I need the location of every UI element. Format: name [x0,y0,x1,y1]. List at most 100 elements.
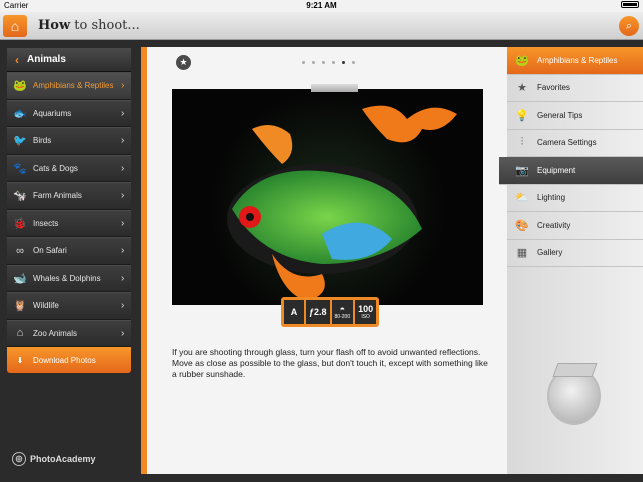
sidebar-item[interactable]: 🦉 Wildlife › [7,292,131,320]
page-dot[interactable] [322,61,325,64]
sidebar-item-label: Cats & Dogs [33,163,78,173]
cow-icon: 🐄 [13,190,27,203]
sidebar-item[interactable]: ⌂ Zoo Animals › [7,319,131,347]
whale-icon: 🐋 [13,272,27,285]
status-bar: Carrier 9:21 AM [0,0,643,12]
topic-item-label: Creativity [537,220,571,230]
battery-icon [621,1,639,8]
topic-item[interactable]: ▦ Gallery [507,240,643,267]
sidebar-item[interactable]: 🐄 Farm Animals › [7,182,131,210]
topic-item-label: Gallery [537,248,563,258]
topic-item[interactable]: 📷 Equipment [499,157,643,185]
search-button[interactable]: ⌕ [619,16,639,36]
sliders-icon: ⫶ [520,136,524,149]
photoacademy-logo-icon: ◎ [12,452,26,466]
chevron-right-icon: › [121,190,125,202]
topic-item-label: Lighting [537,193,566,203]
exposure-mode: A [284,300,304,324]
sidebar-header[interactable]: ‹ Animals [7,48,131,72]
sidebar-item[interactable]: 🐞 Insects › [7,209,131,237]
aperture-value: ƒ2.8 [306,300,330,324]
chevron-right-icon: › [121,272,125,284]
tip-card: ★ A ƒ2.8 ◓ 80-200 100 ISO If you are shoot… [141,47,507,474]
home-icon: ⌂ [10,18,20,34]
download-photos-button[interactable]: ⬇ Download Photos [7,347,131,373]
back-chevron-icon[interactable]: ‹ [7,53,27,67]
topic-item-label: Amphibians & Reptiles [537,55,618,65]
bird-icon: 🐦 [13,135,27,148]
topic-item[interactable]: 💡 General Tips [507,102,643,130]
page-dot[interactable] [312,61,315,64]
search-icon: ⌕ [625,19,633,32]
sidebar-title: Animals [27,54,66,65]
sidebar-item[interactable]: 🐦 Birds › [7,127,131,155]
bug-icon: 🐞 [13,217,27,230]
page-dot[interactable] [352,61,355,64]
battery-indicator [621,1,639,8]
owl-icon: 🦉 [13,300,27,313]
topic-item[interactable]: ⛅ Lighting [507,185,643,212]
sidebar-item[interactable]: 🐸 Amphibians & Reptiles › [7,72,131,100]
frog-icon: 🐸 [13,80,27,93]
sidebar-item-label: Birds [33,136,52,146]
fish-icon: 🐟 [13,107,27,120]
tip-text: If you are shooting through glass, turn … [172,347,488,379]
binoculars-icon: ∞ [16,244,24,257]
chevron-right-icon: › [121,162,125,174]
download-label: Download Photos [33,355,96,365]
frog-icon: 🐸 [515,54,529,67]
lightbulb-icon: 💡 [515,109,529,122]
sidebar-item-label: Aquariums [33,108,72,118]
page-dot[interactable] [332,61,335,64]
camera-tripod-icon: 📷 [515,164,529,177]
topic-item-label: Camera Settings [537,138,597,148]
sidebar-item[interactable]: ∞ On Safari › [7,237,131,265]
photo-clip [311,84,358,92]
clock: 9:21 AM [306,1,337,10]
exposure-settings: A ƒ2.8 ◓ 80-200 100 ISO [281,297,380,327]
tip-photo [172,89,483,305]
chevron-right-icon: › [121,217,125,229]
app-title-rest: to shoot... [70,18,140,33]
palette-icon: 🎨 [515,219,529,232]
zoo-icon: ⌂ [16,327,24,340]
topic-item[interactable]: ★ Favorites [507,75,643,102]
page-dot[interactable] [302,61,305,64]
download-icon: ⬇ [16,355,24,365]
sidebar-item-label: Whales & Dolphins [33,273,101,283]
app-title-bold: How [38,18,71,33]
home-button[interactable]: ⌂ [3,15,27,37]
sidebar-item-label: Amphibians & Reptiles [33,81,114,91]
category-sidebar: ‹ Animals 🐸 Amphibians & Reptiles › 🐟 Aquari… [7,48,131,373]
graduate-camera-icon [547,363,601,425]
page-dot[interactable] [342,61,345,64]
iso-value: 100 ISO [355,300,377,324]
topic-item[interactable]: 🐸 Amphibians & Reptiles [507,47,643,75]
sidebar-item[interactable]: 🐾 Cats & Dogs › [7,154,131,182]
iso-range: ◓ 80-200 [331,300,354,324]
favorite-star-button[interactable]: ★ [176,55,191,70]
sidebar-item-label: Insects [33,218,59,228]
chevron-right-icon: › [121,80,125,92]
sidebar-item-label: Wildlife [33,301,59,311]
brand-name: PhotoAcademy [30,454,96,464]
sidebar-item[interactable]: 🐟 Aquariums › [7,99,131,127]
sidebar-item-label: Farm Animals [33,191,82,201]
star-icon: ★ [517,82,527,95]
speed-icon: ◓ [339,304,346,314]
gallery-icon: ▦ [516,247,528,260]
topic-item[interactable]: 🎨 Creativity [507,212,643,240]
topic-sidebar: 🐸 Amphibians & Reptiles ★ Favorites 💡 General… [499,47,643,474]
sidebar-item-label: Zoo Animals [33,328,78,338]
topic-item-label: General Tips [537,110,583,120]
app-title: How to shoot... [38,18,140,33]
page-indicator[interactable] [302,61,355,64]
brand-logo: ◎ PhotoAcademy [12,452,96,466]
app-header: ⌂ How to shoot... ⌕ [0,12,643,40]
chevron-right-icon: › [121,135,125,147]
topic-item[interactable]: ⫶ Camera Settings [507,130,643,157]
sidebar-item[interactable]: 🐋 Whales & Dolphins › [7,264,131,292]
cloud-sun-icon: ⛅ [515,192,529,205]
topic-item-label: Equipment [537,165,576,175]
chevron-right-icon: › [121,327,125,339]
